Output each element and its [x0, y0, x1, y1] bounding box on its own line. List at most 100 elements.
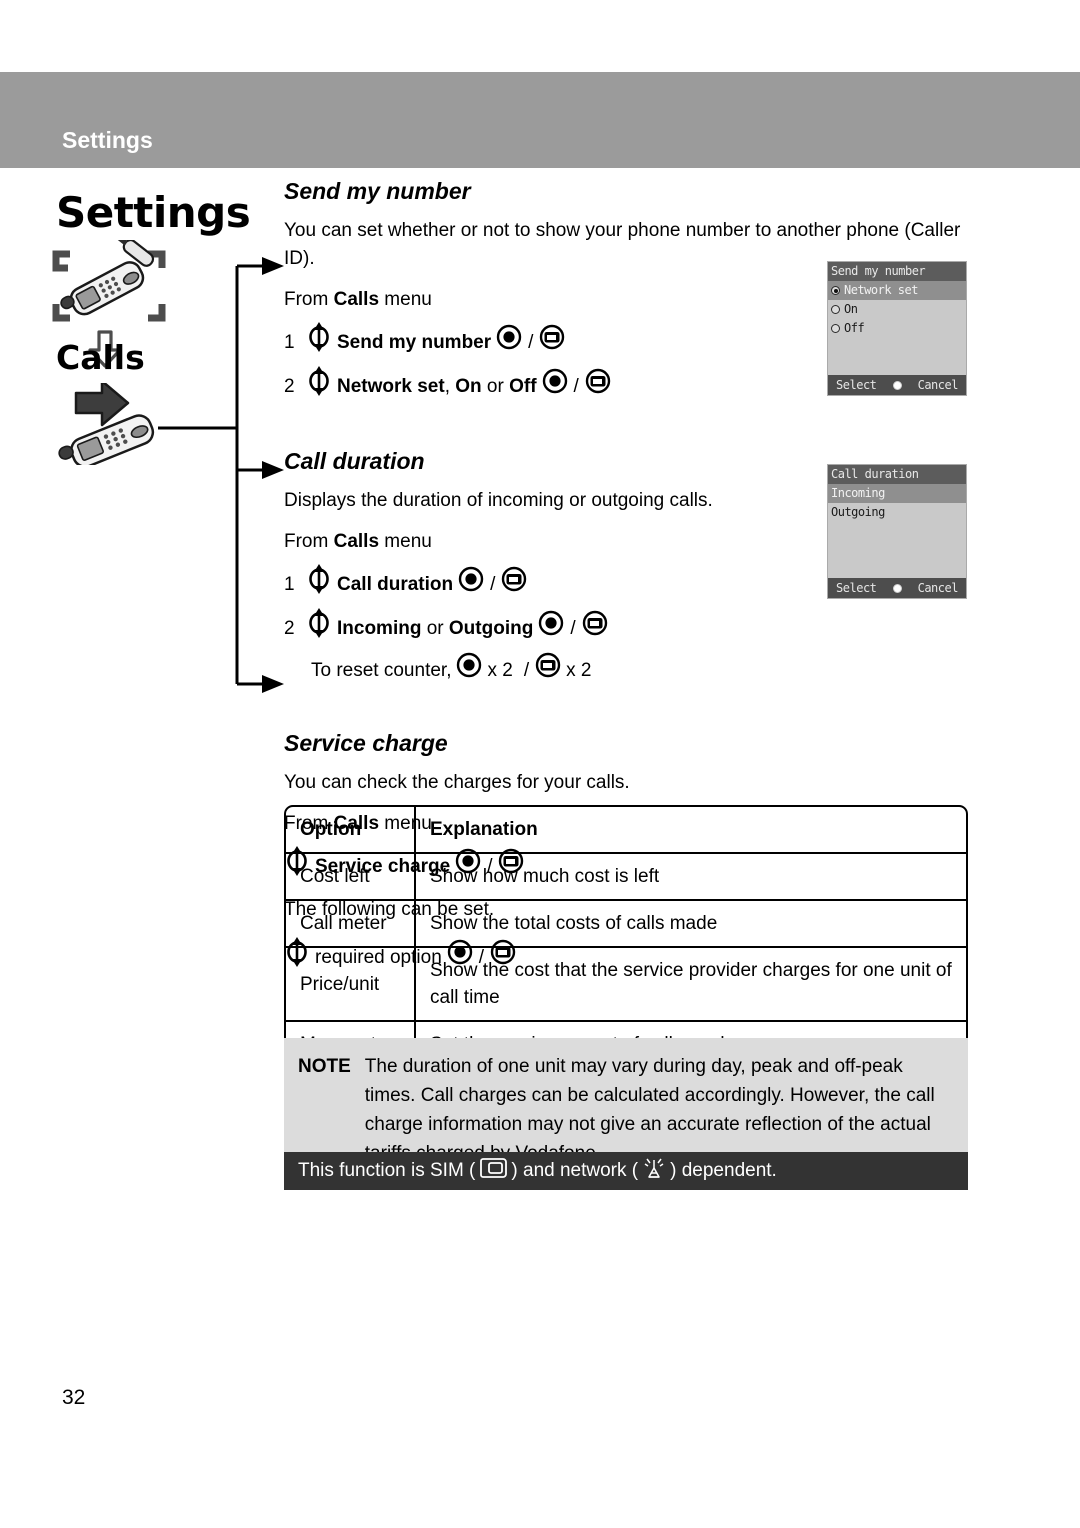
from-menu-name: Calls [333, 531, 380, 552]
step-number: 1 [284, 574, 295, 595]
antenna-icon [641, 1156, 667, 1186]
screen-row-label: Network set [844, 283, 918, 297]
table-header-row: Option Explanation [286, 807, 966, 854]
step-label: Call duration [337, 574, 454, 595]
running-header-title: Settings [62, 127, 153, 153]
step-label-part: or [421, 618, 449, 639]
screen-row[interactable]: Off [828, 319, 966, 338]
screen-row[interactable]: Network set [828, 281, 966, 300]
softkey-right-label[interactable]: Cancel [918, 378, 959, 392]
key-separator: / [523, 660, 530, 681]
send-my-number-screen: Send my number Network set On Off Select… [827, 261, 967, 396]
radio-button-icon[interactable] [831, 324, 840, 333]
screen-title: Call duration [828, 465, 966, 484]
from-suffix: menu [379, 531, 432, 552]
softkey-key-icon [535, 652, 561, 690]
reset-multiplier-2: x 2 [566, 660, 592, 681]
table-row: Price/unit Show the cost that the servic… [286, 948, 966, 1022]
step-label-part: Network set [337, 376, 445, 397]
service-charge-options-table: Option Explanation Cost left Show how mu… [284, 805, 968, 1069]
page-number: 32 [62, 1386, 86, 1409]
step-number: 1 [284, 332, 295, 353]
dependency-text-part1: This function is SIM ( [298, 1160, 476, 1181]
step-label: Network set, On or Off [337, 370, 537, 404]
from-prefix: From [284, 289, 334, 310]
sim-card-icon [478, 1158, 508, 1184]
step-row: 2 Incoming or Outgoing / [284, 608, 984, 650]
screen-row-label: On [844, 302, 858, 316]
table-cell-option: Cost left [286, 854, 416, 901]
step-label-part: or [481, 376, 510, 397]
section-title: Calls [56, 338, 145, 377]
radio-button-icon[interactable] [831, 305, 840, 314]
navigation-key-icon [306, 608, 332, 650]
running-header-band: Settings [0, 72, 1080, 168]
key-separator: / [573, 376, 579, 397]
table-cell-explanation: Show the cost that the service provider … [416, 948, 966, 1022]
section-heading-service-charge: Service charge [284, 730, 448, 756]
select-key-icon [496, 324, 522, 362]
reset-counter-label: To reset counter, [311, 660, 452, 681]
table-row: Cost left Show how much cost is left [286, 854, 966, 901]
step-label-part: , [444, 376, 456, 397]
section-intro-service-charge: You can check the charges for your calls… [284, 772, 630, 793]
table-cell-option: Call meter [286, 901, 416, 948]
screen-row[interactable]: On [828, 300, 966, 319]
table-header-option: Option [286, 807, 416, 854]
screen-softkey-bar: Select Cancel [828, 375, 966, 395]
select-key-icon [458, 566, 484, 604]
screen-row[interactable]: Outgoing [828, 503, 966, 522]
table-row: Call meter Show the total costs of calls… [286, 901, 966, 948]
dependency-bar: This function is SIM ( ) and network ( )… [284, 1152, 968, 1190]
reset-counter-row: To reset counter, x 2 / x 2 [284, 652, 984, 690]
softkey-key-icon [501, 566, 527, 604]
softkey-left-label[interactable]: Select [836, 378, 877, 392]
key-separator: / [528, 332, 534, 353]
softkey-left-label[interactable]: Select [836, 581, 877, 595]
dependency-text-part2: ) and network ( [511, 1160, 639, 1181]
from-menu-name: Calls [333, 289, 380, 310]
section-heading-send-my-number: Send my number [284, 178, 471, 204]
screen-row-label: Outgoing [831, 505, 885, 519]
softkey-key-icon [539, 324, 565, 362]
softkey-key-icon [582, 610, 608, 648]
center-key-icon[interactable] [892, 380, 902, 390]
key-separator: / [490, 574, 496, 595]
select-key-icon [538, 610, 564, 648]
step-label: Send my number [337, 332, 492, 353]
reset-multiplier-1: x 2 [487, 660, 513, 681]
table-cell-explanation: Show how much cost is left [416, 854, 966, 901]
step-number: 2 [284, 618, 295, 639]
call-duration-screen: Call duration Incoming Outgoing Select C… [827, 464, 967, 599]
key-separator: / [570, 618, 576, 639]
table-header-explanation: Explanation [416, 807, 966, 854]
note-label: NOTE [298, 1056, 351, 1077]
note-text: The duration of one unit may vary during… [364, 1056, 935, 1164]
manual-page: Settings Settings Calls Send my number Y… [0, 0, 1080, 1528]
softkey-key-icon [585, 368, 611, 406]
screen-title: Send my number [828, 262, 966, 281]
center-key-icon[interactable] [892, 583, 902, 593]
screen-row-label: Incoming [831, 486, 885, 500]
from-prefix: From [284, 531, 334, 552]
navigation-key-icon [306, 366, 332, 408]
table-cell-explanation: Show the total costs of calls made [416, 901, 966, 948]
step-label-part: On [455, 376, 482, 397]
table-cell-option: Price/unit [286, 948, 416, 1022]
step-label-part: Outgoing [448, 618, 534, 639]
screen-row-label: Off [844, 321, 865, 335]
navigation-key-icon [306, 564, 332, 606]
radio-button-icon[interactable] [831, 286, 840, 295]
select-key-icon [542, 368, 568, 406]
step-label-part: Incoming [337, 618, 422, 639]
screen-softkey-bar: Select Cancel [828, 578, 966, 598]
step-label: Incoming or Outgoing [337, 612, 533, 646]
screen-row[interactable]: Incoming [828, 484, 966, 503]
softkey-right-label[interactable]: Cancel [918, 581, 959, 595]
step-label-part: Off [509, 376, 537, 397]
from-suffix: menu [379, 289, 432, 310]
select-key-icon [456, 652, 482, 690]
chapter-title: Settings [56, 188, 251, 237]
step-number: 2 [284, 376, 295, 397]
navigation-key-icon [306, 322, 332, 364]
